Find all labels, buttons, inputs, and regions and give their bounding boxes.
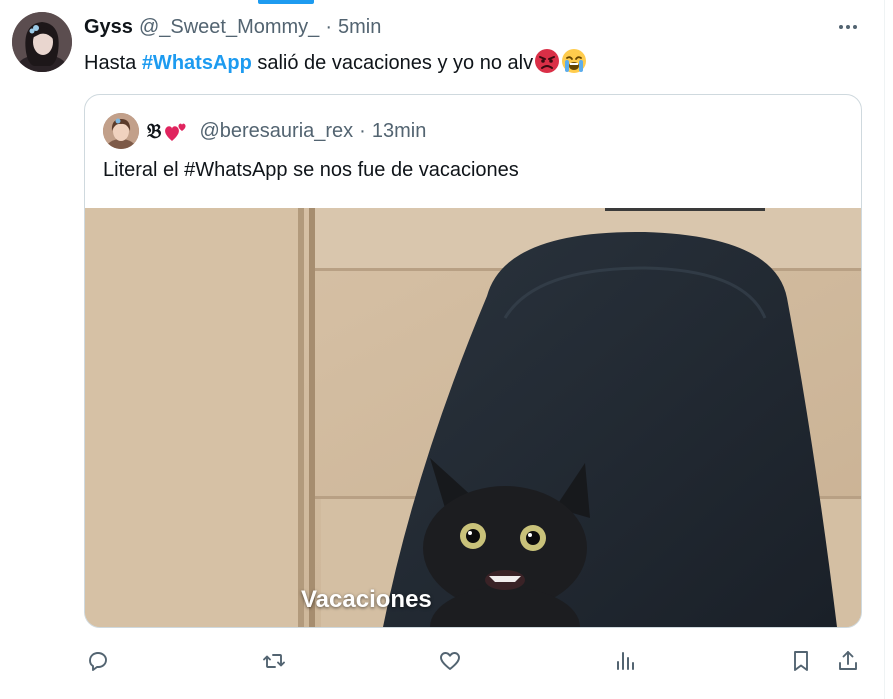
- loudly-crying-face-emoji-icon: [561, 48, 587, 74]
- retweet-icon[interactable]: [258, 645, 290, 677]
- views-icon[interactable]: [610, 645, 642, 677]
- more-options-icon[interactable]: [832, 16, 864, 38]
- tweet-actions: [84, 645, 874, 677]
- tweet-text-prefix: Hasta: [84, 52, 142, 74]
- hashtag-link[interactable]: #WhatsApp: [142, 52, 252, 74]
- avatar[interactable]: [12, 12, 72, 72]
- quoted-media-image[interactable]: Vacaciones: [85, 208, 861, 627]
- media-caption: Vacaciones: [301, 586, 432, 613]
- quoted-avatar[interactable]: [103, 113, 139, 149]
- author-handle[interactable]: @_Sweet_Mommy_: [139, 16, 319, 39]
- tweet-header: Gyss @_Sweet_Mommy_ · 5min: [84, 14, 381, 40]
- two-hearts-icon: [163, 119, 189, 143]
- author-name[interactable]: Gyss: [84, 16, 133, 39]
- quoted-text: Literal el #WhatsApp se nos fue de vacac…: [103, 159, 519, 181]
- quoted-handle[interactable]: @beresauria_rex: [199, 120, 353, 143]
- reply-icon[interactable]: [82, 645, 114, 677]
- tweet-text-suffix: salió de vacaciones y yo no alv: [251, 52, 534, 74]
- quoted-tweet[interactable]: 𝔅 @beresauria_rex · 13min Literal el #Wh…: [84, 94, 862, 628]
- tweet-text: Hasta #WhatsApp salió de vacaciones y yo…: [84, 48, 587, 76]
- like-icon[interactable]: [434, 645, 466, 677]
- bookmark-icon[interactable]: [785, 645, 817, 677]
- quoted-timestamp[interactable]: 13min: [372, 120, 426, 143]
- active-tab-indicator: [258, 0, 314, 4]
- angry-face-emoji-icon: [534, 48, 560, 74]
- top-bar: [0, 0, 893, 5]
- separator-dot: ·: [325, 15, 332, 38]
- separator-dot: ·: [359, 119, 366, 142]
- quoted-header: 𝔅 @beresauria_rex · 13min: [147, 117, 426, 145]
- timeline-border: [884, 0, 885, 699]
- quoted-author-name[interactable]: 𝔅: [147, 119, 161, 143]
- share-icon[interactable]: [832, 645, 864, 677]
- timestamp[interactable]: 5min: [338, 16, 381, 39]
